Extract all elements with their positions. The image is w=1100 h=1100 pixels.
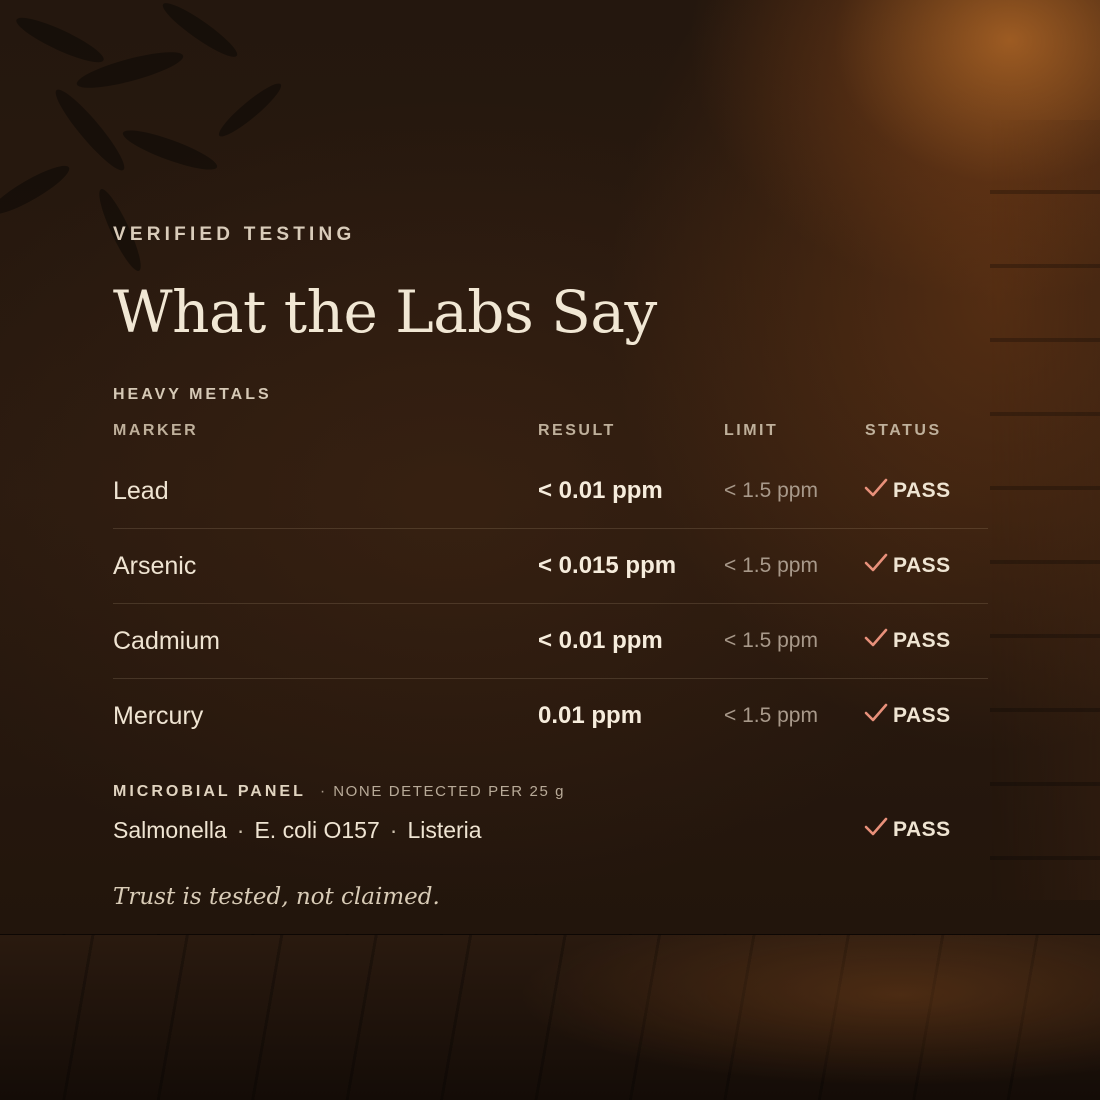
check-icon	[864, 478, 888, 497]
floor-decoration	[0, 934, 1100, 1100]
check-icon	[864, 703, 888, 722]
limit-value: < 1.5 ppm	[724, 704, 818, 727]
status-text: PASS	[893, 629, 951, 652]
marker-name: Cadmium	[113, 627, 220, 655]
status-text: PASS	[893, 818, 951, 841]
column-header-marker: MARKER	[113, 422, 199, 439]
pathogen-item: Salmonella	[113, 817, 227, 843]
status-badge: PASS	[863, 604, 951, 678]
limit-value: < 1.5 ppm	[724, 554, 818, 577]
eyebrow-label: VERIFIED TESTING	[113, 224, 356, 245]
table-row: Cadmium < 0.01 ppm < 1.5 ppm PASS	[113, 604, 988, 679]
limit-value: < 1.5 ppm	[724, 629, 818, 652]
olive-leaves-decoration	[0, 3, 282, 271]
pathogen-item: Listeria	[407, 817, 482, 843]
marker-name: Arsenic	[113, 552, 197, 580]
table-row: Arsenic < 0.015 ppm < 1.5 ppm PASS	[113, 529, 988, 604]
status-badge: PASS	[863, 529, 951, 603]
check-icon	[864, 553, 888, 572]
marker-name: Mercury	[113, 702, 204, 730]
separator-dot: ·	[319, 783, 326, 800]
column-header-status: STATUS	[865, 422, 942, 439]
table-row: Mercury 0.01 ppm < 1.5 ppm PASS	[113, 679, 988, 753]
column-header-result: RESULT	[538, 422, 616, 439]
page-title: What the Labs Say	[113, 278, 657, 346]
stone-wall-decoration	[990, 120, 1100, 900]
column-header-limit: LIMIT	[724, 422, 779, 439]
pathogen-item: E. coli O157	[254, 817, 380, 843]
status-badge: PASS	[863, 812, 951, 848]
microbial-panel-label: MICROBIAL PANEL	[113, 783, 306, 800]
status-badge: PASS	[863, 679, 951, 753]
heavy-metals-label: HEAVY METALS	[113, 386, 272, 403]
check-icon	[864, 628, 888, 647]
result-value: 0.01 ppm	[538, 702, 643, 729]
tagline: Trust is tested, not claimed.	[113, 884, 440, 910]
microbial-row: Salmonella · E. coli O157 · Listeria PASS	[113, 812, 988, 848]
status-text: PASS	[893, 479, 951, 502]
check-icon	[864, 817, 888, 836]
table-row: Lead < 0.01 ppm < 1.5 ppm PASS	[113, 454, 988, 529]
status-text: PASS	[893, 554, 951, 577]
result-value: < 0.01 ppm	[538, 477, 663, 504]
microbial-panel-header: MICROBIAL PANEL · NONE DETECTED PER 25 g	[113, 783, 565, 801]
result-value: < 0.01 ppm	[538, 627, 663, 654]
microbial-note: NONE DETECTED PER 25 g	[333, 783, 566, 800]
marker-name: Lead	[113, 477, 169, 505]
status-badge: PASS	[863, 454, 951, 528]
separator-dot: ·	[236, 817, 245, 843]
separator-dot: ·	[389, 817, 398, 843]
heavy-metals-table: Lead < 0.01 ppm < 1.5 ppm PASS Arsenic <…	[113, 454, 988, 753]
limit-value: < 1.5 ppm	[724, 479, 818, 502]
result-value: < 0.015 ppm	[538, 552, 677, 579]
pathogen-list: Salmonella · E. coli O157 · Listeria	[113, 812, 482, 848]
status-text: PASS	[893, 704, 951, 727]
